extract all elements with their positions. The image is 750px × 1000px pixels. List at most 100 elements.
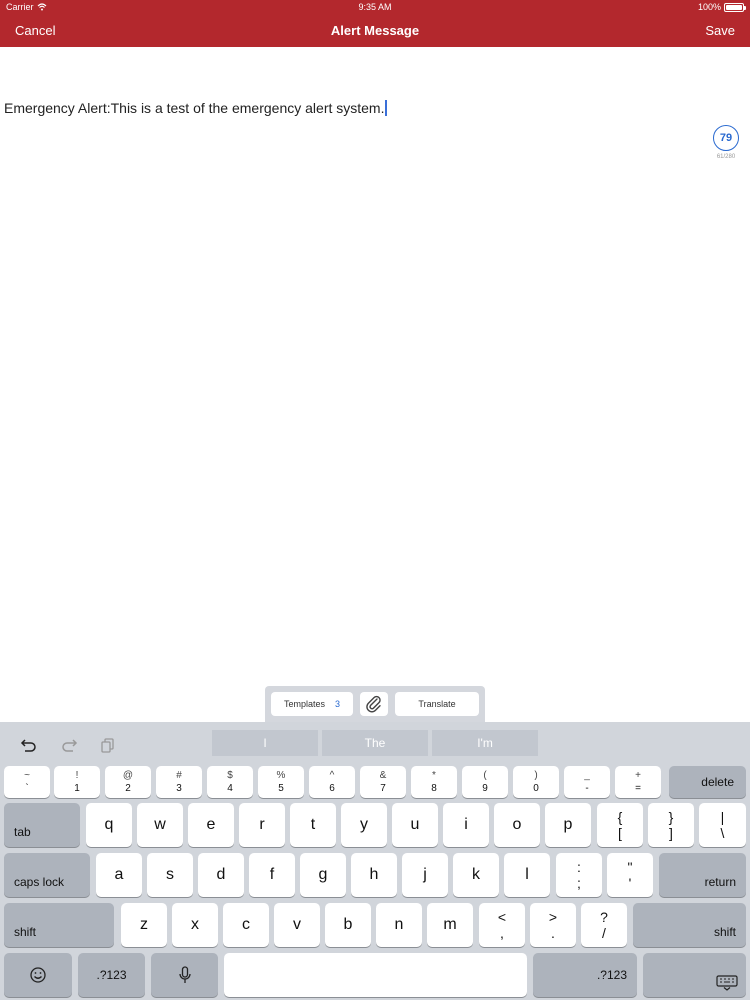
suggestion-1[interactable]: I bbox=[212, 730, 318, 756]
key-v[interactable]: v bbox=[274, 903, 320, 947]
key-bottom: [ bbox=[618, 825, 622, 841]
tab-key[interactable]: tab bbox=[4, 803, 80, 847]
key-bracket-left[interactable]: {[ bbox=[597, 803, 643, 847]
key-k[interactable]: k bbox=[453, 853, 499, 897]
key-g[interactable]: g bbox=[300, 853, 346, 897]
key-quote[interactable]: " ' bbox=[607, 853, 653, 897]
key-p[interactable]: p bbox=[545, 803, 591, 847]
key-q[interactable]: q bbox=[86, 803, 132, 847]
key-j[interactable]: j bbox=[402, 853, 448, 897]
key-x[interactable]: x bbox=[172, 903, 218, 947]
status-time: 9:35 AM bbox=[358, 2, 392, 12]
key-bottom: 3 bbox=[176, 783, 182, 794]
keyboard-accessory-bar: Templates 3 Translate bbox=[265, 686, 485, 722]
battery-status: 100% bbox=[698, 2, 746, 12]
key-top: { bbox=[617, 809, 623, 825]
key-n[interactable]: n bbox=[376, 903, 422, 947]
key-semicolon[interactable]: :; bbox=[556, 853, 602, 897]
key-5[interactable]: % 5 bbox=[258, 766, 304, 798]
key-top: : bbox=[577, 859, 581, 875]
key-z[interactable]: z bbox=[121, 903, 167, 947]
key-b[interactable]: b bbox=[325, 903, 371, 947]
key-a[interactable]: a bbox=[96, 853, 142, 897]
attach-button[interactable] bbox=[360, 692, 388, 716]
key-e[interactable]: e bbox=[188, 803, 234, 847]
key-period[interactable]: >. bbox=[530, 903, 576, 947]
key-i[interactable]: i bbox=[443, 803, 489, 847]
key-8[interactable]: * 8 bbox=[411, 766, 457, 798]
key-0[interactable]: ) 0 bbox=[513, 766, 559, 798]
keyboard-hide-icon bbox=[716, 975, 738, 991]
key-slash[interactable]: ? / bbox=[581, 903, 627, 947]
navigation-bar: Carrier 9:35 AM 100% Cancel Alert Messag… bbox=[0, 0, 750, 47]
key-backslash[interactable]: | \ bbox=[699, 803, 746, 847]
redo-button[interactable] bbox=[57, 734, 81, 756]
undo-button[interactable] bbox=[17, 734, 41, 756]
caps-lock-key[interactable]: caps lock bbox=[4, 853, 90, 897]
key-3[interactable]: #3 bbox=[156, 766, 202, 798]
key-bottom: 8 bbox=[431, 783, 437, 794]
key-6[interactable]: ^ 6 bbox=[309, 766, 355, 798]
key-t[interactable]: t bbox=[290, 803, 336, 847]
emoji-icon bbox=[30, 967, 46, 983]
key-o[interactable]: o bbox=[494, 803, 540, 847]
key-9[interactable]: (9 bbox=[462, 766, 508, 798]
key-d[interactable]: d bbox=[198, 853, 244, 897]
key-bottom: ' bbox=[628, 875, 632, 891]
key-minus[interactable]: _ - bbox=[564, 766, 610, 798]
shift-key-left[interactable]: shift bbox=[4, 903, 114, 947]
key-equals[interactable]: + = bbox=[615, 766, 661, 798]
key-top: > bbox=[548, 909, 558, 925]
translate-button[interactable]: Translate bbox=[395, 692, 479, 716]
key-c[interactable]: c bbox=[223, 903, 269, 947]
key-bottom: . bbox=[551, 925, 555, 941]
key-1[interactable]: ! 1 bbox=[54, 766, 100, 798]
key-bottom: ; bbox=[577, 875, 581, 891]
key-top: @ bbox=[122, 770, 134, 781]
message-text-area[interactable]: Emergency Alert:This is a test of the em… bbox=[4, 100, 704, 116]
numbers-key-right[interactable]: .?123 bbox=[533, 953, 637, 997]
numbers-key-left[interactable]: .?123 bbox=[78, 953, 145, 997]
delete-key[interactable]: delete bbox=[669, 766, 746, 798]
key-m[interactable]: m bbox=[427, 903, 473, 947]
suggestion-3[interactable]: I'm bbox=[432, 730, 538, 756]
templates-button[interactable]: Templates 3 bbox=[271, 692, 353, 716]
key-y[interactable]: y bbox=[341, 803, 387, 847]
key-r[interactable]: r bbox=[239, 803, 285, 847]
shift-key-right[interactable]: shift bbox=[633, 903, 746, 947]
key-backtick[interactable]: ~ ` bbox=[4, 766, 50, 798]
space-key[interactable] bbox=[224, 953, 527, 997]
key-u[interactable]: u bbox=[392, 803, 438, 847]
message-text: Emergency Alert:This is a test of the em… bbox=[4, 100, 385, 116]
suggestion-2[interactable]: The bbox=[322, 730, 428, 756]
key-top: " bbox=[627, 859, 633, 875]
key-bottom: , bbox=[500, 925, 504, 941]
key-bottom: 9 bbox=[482, 783, 488, 794]
cancel-button[interactable]: Cancel bbox=[15, 23, 55, 38]
paste-button[interactable] bbox=[96, 734, 120, 756]
key-l[interactable]: l bbox=[504, 853, 550, 897]
key-bottom: 4 bbox=[227, 783, 233, 794]
key-comma[interactable]: <, bbox=[479, 903, 525, 947]
hide-keyboard-key[interactable] bbox=[643, 953, 746, 997]
key-f[interactable]: f bbox=[249, 853, 295, 897]
character-counter: 79 bbox=[713, 125, 739, 151]
page-title: Alert Message bbox=[330, 23, 420, 38]
key-w[interactable]: w bbox=[137, 803, 183, 847]
key-bracket-right[interactable]: }] bbox=[648, 803, 694, 847]
return-key[interactable]: return bbox=[659, 853, 746, 897]
emoji-key[interactable] bbox=[4, 953, 72, 997]
key-top: & bbox=[379, 770, 387, 781]
key-4[interactable]: $4 bbox=[207, 766, 253, 798]
character-counter-detail: 61/280 bbox=[716, 154, 736, 160]
key-top: | bbox=[720, 809, 725, 825]
on-screen-keyboard: I The I'm ~ ` ! 1 @2 #3 $4 % 5 ^ 6 & 7 * 8 (9 … bbox=[0, 722, 750, 1000]
key-2[interactable]: @2 bbox=[105, 766, 151, 798]
key-7[interactable]: & 7 bbox=[360, 766, 406, 798]
templates-count-badge: 3 bbox=[335, 699, 341, 709]
key-h[interactable]: h bbox=[351, 853, 397, 897]
save-button[interactable]: Save bbox=[705, 23, 735, 38]
dictation-key[interactable] bbox=[151, 953, 218, 997]
key-s[interactable]: s bbox=[147, 853, 193, 897]
key-bottom: 1 bbox=[74, 783, 80, 794]
